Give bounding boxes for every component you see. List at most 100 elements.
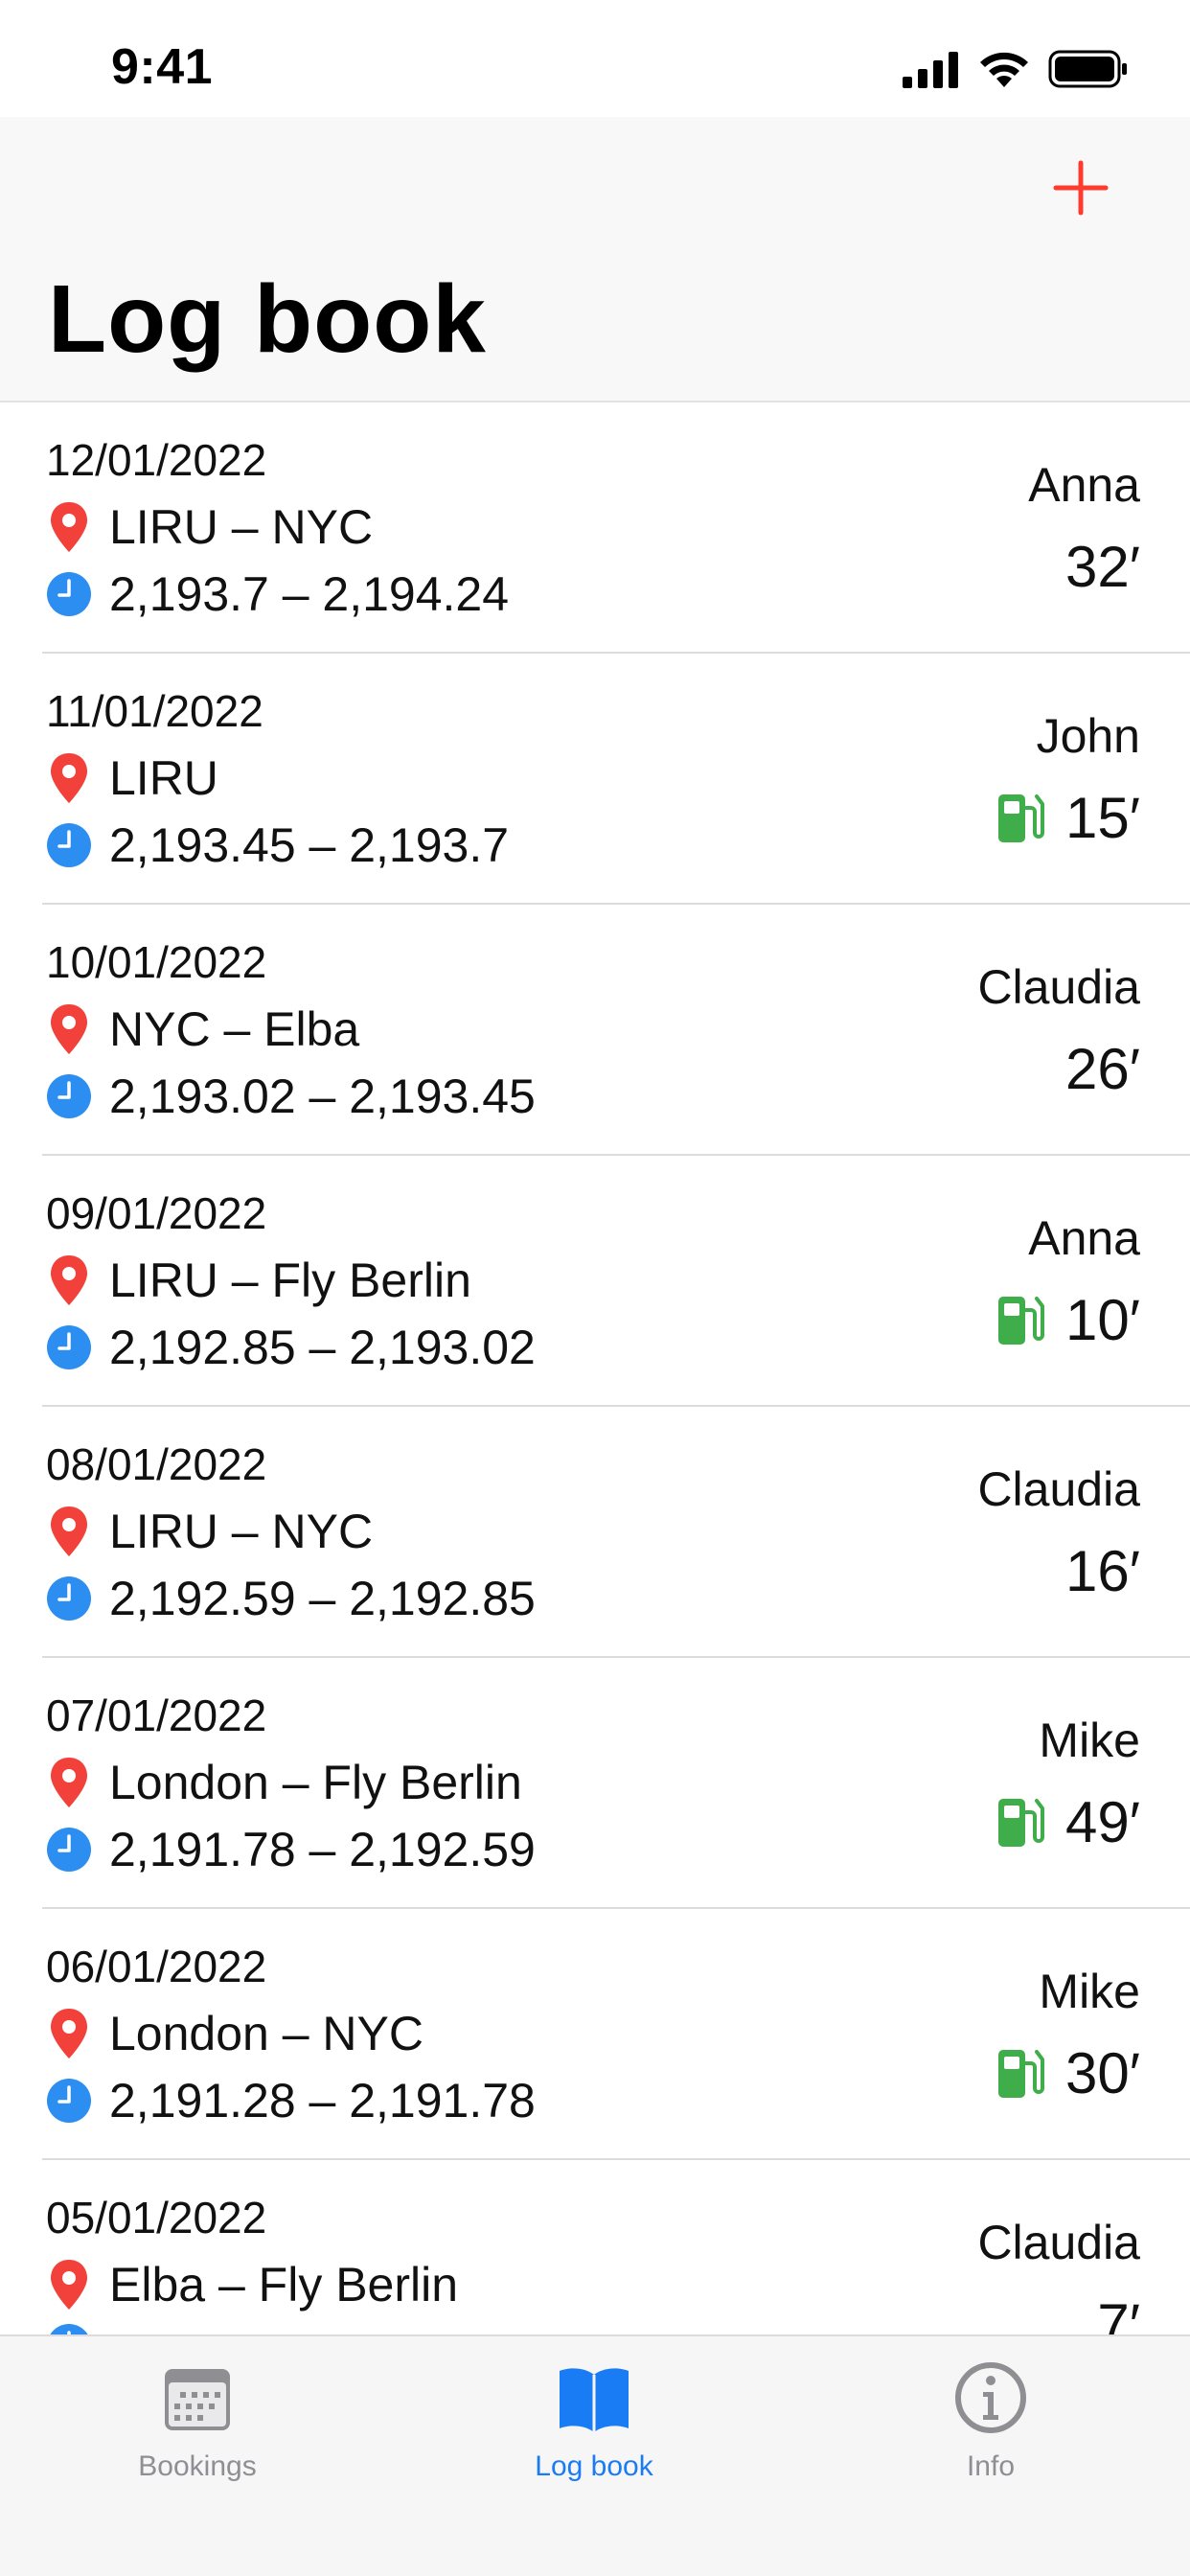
log-entry-row[interactable]: 12/01/2022 LIRU – NYC 2,193.7 – 2,194.24… — [0, 402, 1190, 654]
entry-hours-text: 2,191.28 – 2,191.78 — [109, 2074, 536, 2128]
entry-date: 12/01/2022 — [46, 435, 267, 485]
clock-icon — [47, 823, 91, 867]
entry-duration: 16′ — [1065, 1537, 1140, 1604]
entry-duration: 7′ — [1097, 2290, 1140, 2335]
navigation-header: Log book — [0, 117, 1190, 402]
entry-hours — [46, 2323, 109, 2334]
entry-date: 05/01/2022 — [46, 2193, 267, 2242]
log-entry-row[interactable]: 10/01/2022 NYC – Elba 2,193.02 – 2,193.4… — [0, 905, 1190, 1156]
entry-hours-text: 2,192.85 – 2,193.02 — [109, 1321, 536, 1374]
status-icons — [903, 48, 1129, 90]
fuel-pump-icon — [998, 794, 1044, 842]
entry-date: 06/01/2022 — [46, 1942, 267, 1991]
entry-route-text: Elba – Fly Berlin — [109, 2258, 459, 2312]
entry-route-text: NYC – Elba — [109, 1002, 360, 1056]
status-bar: 9:41 — [0, 0, 1190, 117]
log-entry-row[interactable]: 11/01/2022 LIRU 2,193.45 – 2,193.7 John — [0, 654, 1190, 905]
entry-route-text: LIRU – NYC — [109, 500, 374, 554]
entry-pilot: Anna — [1028, 1211, 1140, 1265]
clock-icon — [47, 2079, 91, 2123]
log-entry-row[interactable]: 05/01/2022 Elba – Fly Berlin Claudia 7′ — [0, 2160, 1190, 2334]
tab-bar: Bookings Log book Info — [0, 2334, 1190, 2576]
entry-duration-text: 32′ — [1065, 534, 1140, 599]
entry-date: 10/01/2022 — [46, 937, 267, 987]
entry-pilot: Mike — [1039, 1714, 1140, 1767]
entry-hours-text: 2,193.7 – 2,194.24 — [109, 567, 510, 621]
entry-route-text: LIRU – NYC — [109, 1505, 374, 1558]
tab-log-book[interactable]: Log book — [469, 2346, 719, 2509]
fuel-pump-icon — [998, 1799, 1044, 1847]
screen: 9:41 Log book 12/01/2022 LIRU – NYC 2,19… — [0, 0, 1190, 2576]
calendar-icon — [165, 2369, 230, 2430]
map-pin-icon — [51, 1506, 87, 1556]
entry-pilot: John — [1036, 709, 1140, 763]
entry-route-text: LIRU – Fly Berlin — [109, 1254, 471, 1307]
info-icon — [955, 2362, 1026, 2433]
log-entry-row[interactable]: 07/01/2022 London – Fly Berlin 2,191.78 … — [0, 1658, 1190, 1909]
entry-duration: 26′ — [1065, 1035, 1140, 1102]
entry-route: LIRU – Fly Berlin — [46, 1252, 471, 1309]
entry-pilot: Anna — [1028, 458, 1140, 512]
fuel-pump-icon — [998, 1297, 1044, 1345]
entry-duration: 32′ — [1065, 533, 1140, 600]
entry-route: NYC – Elba — [46, 1000, 359, 1058]
entry-date: 08/01/2022 — [46, 1439, 267, 1489]
entry-date: 07/01/2022 — [46, 1690, 267, 1740]
tab-bookings[interactable]: Bookings — [73, 2346, 322, 2509]
entry-pilot: Claudia — [977, 960, 1140, 1014]
clock-icon — [50, 2324, 88, 2334]
tab-info[interactable]: Info — [866, 2346, 1115, 2509]
entry-hours: 2,191.28 – 2,191.78 — [46, 2072, 536, 2129]
map-pin-icon — [51, 2260, 87, 2310]
clock-icon — [47, 572, 91, 616]
page-title: Log book — [48, 265, 487, 373]
entry-pilot: Claudia — [977, 1462, 1140, 1516]
entry-hours: 2,192.59 – 2,192.85 — [46, 1570, 536, 1627]
entry-route-text: LIRU — [109, 751, 218, 805]
entry-duration: 49′ — [996, 1788, 1140, 1855]
tab-info-label: Info — [966, 2450, 1016, 2482]
entry-route-text: London – Fly Berlin — [109, 1756, 522, 1809]
clock-icon — [47, 1576, 91, 1621]
map-pin-icon — [51, 1004, 87, 1054]
entry-date: 11/01/2022 — [46, 686, 263, 736]
entry-duration: 30′ — [996, 2039, 1140, 2106]
fuel-pump-icon — [998, 2050, 1044, 2098]
book-icon — [560, 2368, 629, 2432]
entry-hours: 2,193.02 – 2,193.45 — [46, 1068, 536, 1125]
entry-duration: 10′ — [996, 1286, 1140, 1353]
entry-route: LIRU – NYC — [46, 1503, 373, 1560]
clock-icon — [47, 1828, 91, 1872]
entry-route: LIRU – NYC — [46, 498, 373, 556]
entry-route-text: London – NYC — [109, 2007, 424, 2060]
log-entry-list[interactable]: 12/01/2022 LIRU – NYC 2,193.7 – 2,194.24… — [0, 402, 1190, 2334]
log-entry-row[interactable]: 09/01/2022 LIRU – Fly Berlin 2,192.85 – … — [0, 1156, 1190, 1407]
wifi-icon — [980, 52, 1028, 87]
battery-icon — [1048, 50, 1127, 88]
log-entry-row[interactable]: 06/01/2022 London – NYC 2,191.28 – 2,191… — [0, 1909, 1190, 2160]
clock-icon — [47, 1074, 91, 1118]
entry-hours-text: 2,193.02 – 2,193.45 — [109, 1070, 536, 1123]
entry-hours-text: 2,193.45 – 2,193.7 — [109, 818, 510, 872]
entry-date: 09/01/2022 — [46, 1188, 267, 1238]
entry-route: London – NYC — [46, 2005, 423, 2062]
cellular-signal-icon — [903, 52, 958, 88]
entry-duration-text: 16′ — [1065, 1538, 1140, 1603]
entry-hours: 2,192.85 – 2,193.02 — [46, 1319, 536, 1376]
map-pin-icon — [51, 2009, 87, 2058]
entry-pilot: Mike — [1039, 1965, 1140, 2018]
log-entry-row[interactable]: 08/01/2022 LIRU – NYC 2,192.59 – 2,192.8… — [0, 1407, 1190, 1658]
entry-duration: 15′ — [996, 784, 1140, 851]
clock-icon — [47, 1325, 91, 1369]
entry-duration-text: 10′ — [1065, 1287, 1140, 1352]
map-pin-icon — [51, 1255, 87, 1305]
tab-bookings-label: Bookings — [138, 2450, 257, 2482]
entry-duration-text: 15′ — [1065, 785, 1140, 850]
entry-hours-text: 2,192.59 – 2,192.85 — [109, 1572, 536, 1625]
entry-route: LIRU — [46, 749, 218, 807]
status-time: 9:41 — [111, 39, 214, 95]
add-entry-button[interactable] — [1052, 159, 1110, 217]
entry-hours-text: 2,191.78 – 2,192.59 — [109, 1823, 536, 1876]
entry-hours: 2,193.7 – 2,194.24 — [46, 565, 509, 623]
entry-duration-text: 30′ — [1065, 2040, 1140, 2105]
